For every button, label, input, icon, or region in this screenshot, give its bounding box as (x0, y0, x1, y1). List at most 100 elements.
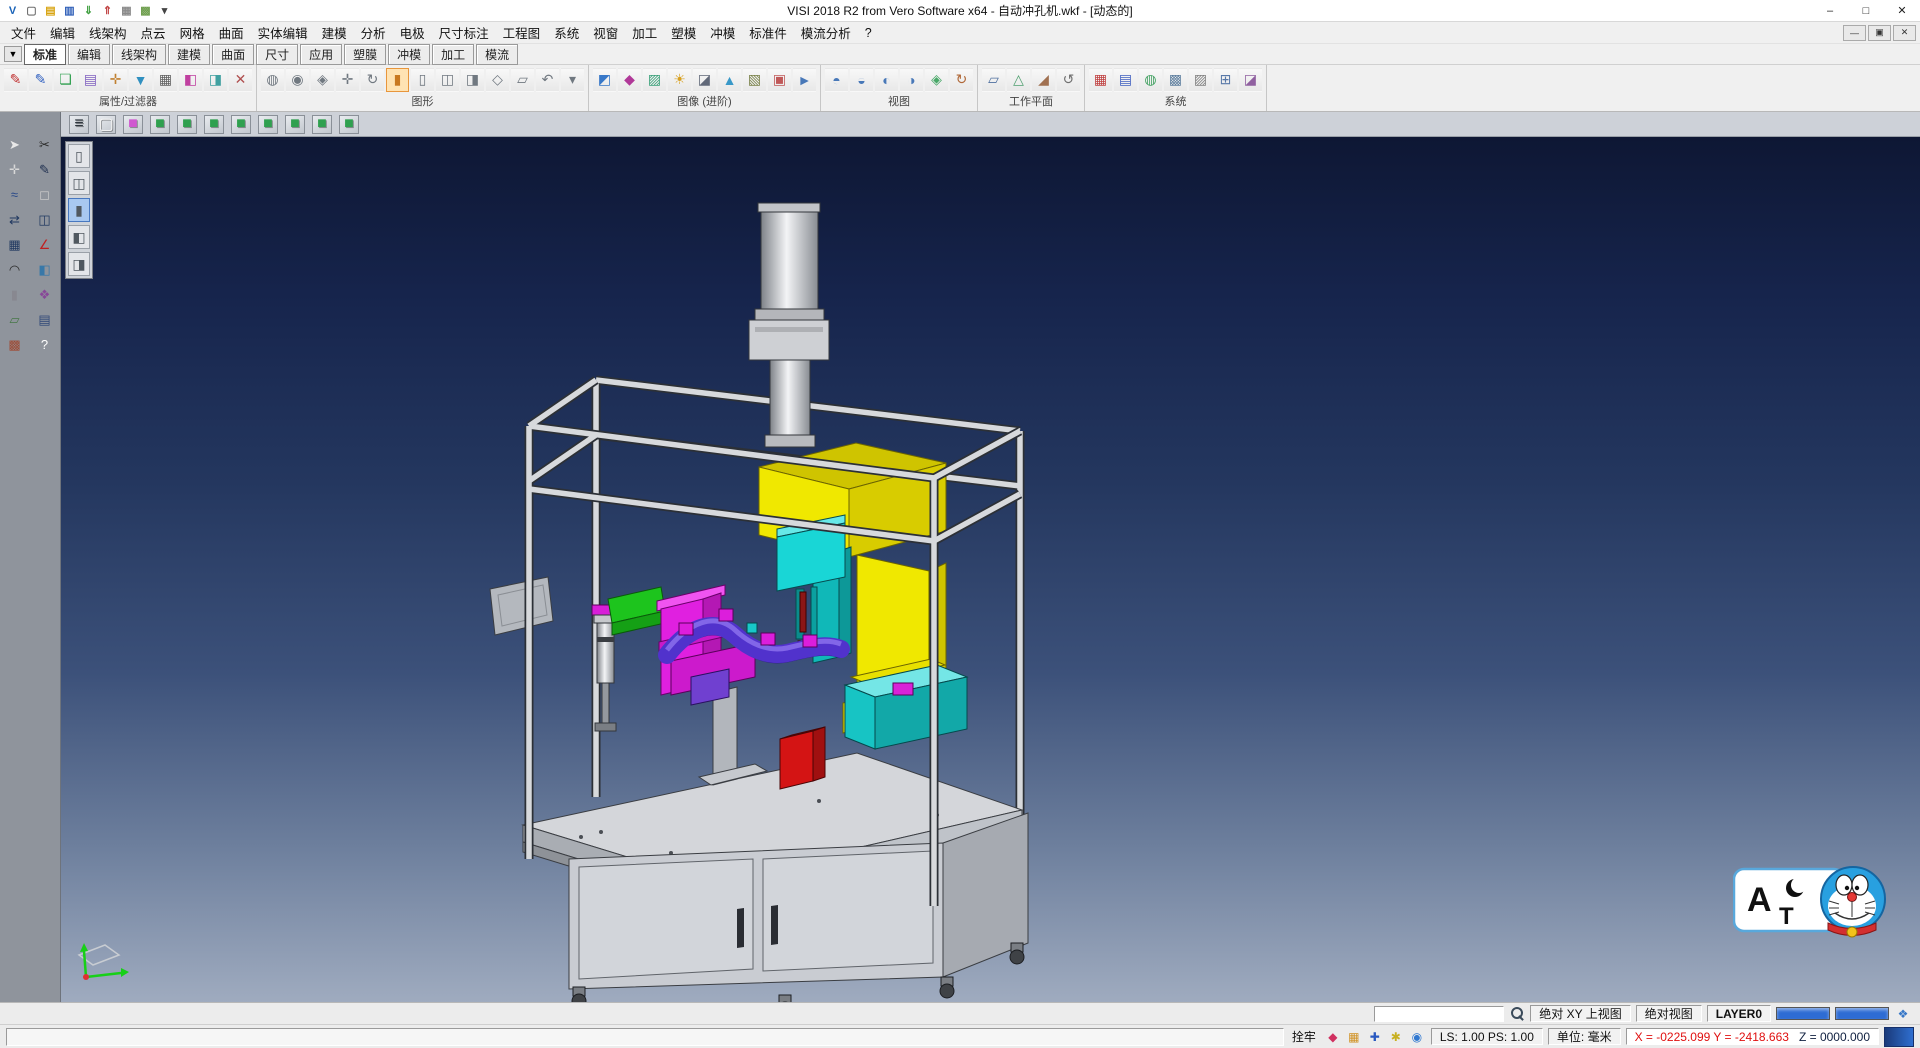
tab-machining[interactable]: 加工 (432, 44, 474, 65)
menu-item[interactable]: 工程图 (496, 21, 548, 44)
snap-icon[interactable]: ✛ (2, 159, 27, 180)
snap-grid-icon[interactable]: ▦ (1345, 1028, 1363, 1046)
transparent-mode-icon[interactable]: ◨ (461, 68, 484, 92)
view-cube-front[interactable]: ■ (204, 115, 224, 134)
machine-model[interactable] (61, 137, 1920, 1002)
display-wireframe-icon[interactable]: ▯ (68, 144, 90, 168)
attribute-table-icon[interactable]: ▤ (79, 68, 102, 92)
workplane-align-icon[interactable]: ◢ (1032, 68, 1055, 92)
view-cube-left[interactable]: ■ (258, 115, 278, 134)
print-icon[interactable]: ▦ (118, 3, 135, 19)
select-icon[interactable]: ➤ (2, 134, 27, 155)
workplane-3points-icon[interactable]: △ (1007, 68, 1030, 92)
minimize-button[interactable]: – (1812, 0, 1848, 21)
render-icon[interactable]: ◩ (593, 68, 616, 92)
surface-icon[interactable]: ◧ (32, 259, 57, 280)
menu-item[interactable]: 视窗 (586, 21, 625, 44)
document-minimize-button[interactable]: — (1843, 25, 1866, 41)
reset-filter-icon[interactable]: ✕ (229, 68, 252, 92)
match-properties-icon[interactable]: ❏ (54, 68, 77, 92)
menu-item[interactable]: 分析 (354, 21, 393, 44)
visi-logo[interactable]: V (4, 3, 21, 19)
save-file-icon[interactable]: ▥ (61, 3, 78, 19)
perspective-icon[interactable]: ◇ (486, 68, 509, 92)
view-reference-indicator[interactable]: 绝对视图 (1636, 1005, 1702, 1022)
menu-item[interactable]: 冲模 (703, 21, 742, 44)
edit-point-icon[interactable]: ✎ (32, 159, 57, 180)
lights-icon[interactable]: ☀ (668, 68, 691, 92)
curve-icon[interactable]: ◠ (2, 259, 27, 280)
new-file-icon[interactable]: ▢ (23, 3, 40, 19)
snap-center-icon[interactable]: ◉ (1408, 1028, 1426, 1046)
system-colors-icon[interactable]: ▦ (1089, 68, 1112, 92)
display-ghost-icon[interactable]: ◨ (68, 252, 90, 276)
tab-flow[interactable]: 模流 (476, 44, 518, 65)
snap-intersection-icon[interactable]: ✚ (1366, 1028, 1384, 1046)
tab-standard[interactable]: 标准 (24, 44, 66, 65)
view-previous-icon[interactable]: ↶ (536, 68, 559, 92)
tab-application[interactable]: 应用 (300, 44, 342, 65)
tab-modeling[interactable]: 建模 (168, 44, 210, 65)
raster-icon[interactable]: ▨ (1189, 68, 1212, 92)
mirror-icon[interactable]: ◫ (32, 209, 57, 230)
menu-item[interactable]: 模流分析 (794, 21, 858, 44)
menu-item[interactable]: 文件 (4, 21, 43, 44)
textures-icon[interactable]: ▨ (643, 68, 666, 92)
units-indicator[interactable]: 单位: 毫米 (1548, 1028, 1621, 1045)
maximize-button[interactable]: □ (1848, 0, 1884, 21)
display-shaded-icon[interactable]: ▮ (68, 198, 90, 222)
layer-filter-icon[interactable]: ▦ (154, 68, 177, 92)
shaded-mode-icon[interactable]: ▮ (386, 68, 409, 92)
import-icon[interactable]: ⇓ (80, 3, 97, 19)
snap-lock-label[interactable]: 拴牢 (1289, 1028, 1319, 1045)
background-icon[interactable]: ▧ (743, 68, 766, 92)
display-shaded-edges-icon[interactable]: ◧ (68, 225, 90, 249)
close-button[interactable]: ✕ (1884, 0, 1920, 21)
open-file-icon[interactable]: ▤ (42, 3, 59, 19)
erase-icon[interactable]: ◻ (32, 184, 57, 205)
menu-item[interactable]: 编辑 (43, 21, 82, 44)
viewport-3d[interactable]: ▯◫▮◧◨ A T (61, 137, 1920, 1002)
materials-icon[interactable]: ◆ (618, 68, 641, 92)
modify-attributes-icon[interactable]: ✎ (4, 68, 27, 92)
zoom-all-icon[interactable]: ◉ (286, 68, 309, 92)
current-line-swatch[interactable] (1835, 1007, 1889, 1020)
view-cube-bottom[interactable]: ■ (312, 115, 332, 134)
feature-icon[interactable]: ❖ (32, 284, 57, 305)
menu-item[interactable]: ? (858, 24, 879, 42)
view-front-icon[interactable]: ◒ (850, 68, 873, 92)
rotate-view-icon[interactable]: ↻ (361, 68, 384, 92)
current-color-swatch[interactable] (1776, 1007, 1830, 1020)
snap-middle-icon[interactable]: ✱ (1387, 1028, 1405, 1046)
workplane-standard-icon[interactable]: ▱ (982, 68, 1005, 92)
current-layer-indicator[interactable]: LAYER0 (1707, 1005, 1771, 1022)
reflections-icon[interactable]: ▲ (718, 68, 741, 92)
view-cube-iso[interactable]: ■ (150, 115, 170, 134)
menu-item[interactable]: 建模 (315, 21, 354, 44)
element-info-icon[interactable]: ✛ (104, 68, 127, 92)
view-top-icon[interactable]: ◓ (825, 68, 848, 92)
view-rotate-icon[interactable]: ↻ (950, 68, 973, 92)
shadows-icon[interactable]: ◪ (693, 68, 716, 92)
tab-dimension[interactable]: 尺寸 (256, 44, 298, 65)
view-cube-top[interactable]: ■ (177, 115, 197, 134)
view-cube-right[interactable]: ■ (231, 115, 251, 134)
menu-item[interactable]: 加工 (625, 21, 664, 44)
quickbar-dropdown[interactable]: ▾ (156, 3, 173, 19)
display-hidden-line-icon[interactable]: ◫ (68, 171, 90, 195)
tab-die[interactable]: 冲模 (388, 44, 430, 65)
menu-item[interactable]: 尺寸标注 (432, 21, 496, 44)
view-iso-icon[interactable]: ◈ (925, 68, 948, 92)
view-right-icon[interactable]: ◑ (900, 68, 923, 92)
tab-wireframe[interactable]: 线架构 (112, 44, 166, 65)
layer-table-icon[interactable]: ▤ (1114, 68, 1137, 92)
view-settings-icon[interactable]: ▾ (561, 68, 584, 92)
snap-magnet-icon[interactable]: ◆ (1324, 1028, 1342, 1046)
menu-item[interactable]: 曲面 (212, 21, 251, 44)
wireframe-mode-icon[interactable]: ▯ (411, 68, 434, 92)
hidden-line-mode-icon[interactable]: ◫ (436, 68, 459, 92)
selection-filter-icon[interactable]: ▼ (129, 68, 152, 92)
pan-icon[interactable]: ✛ (336, 68, 359, 92)
control-bracket[interactable] (490, 577, 553, 635)
copy-attributes-icon[interactable]: ✎ (29, 68, 52, 92)
